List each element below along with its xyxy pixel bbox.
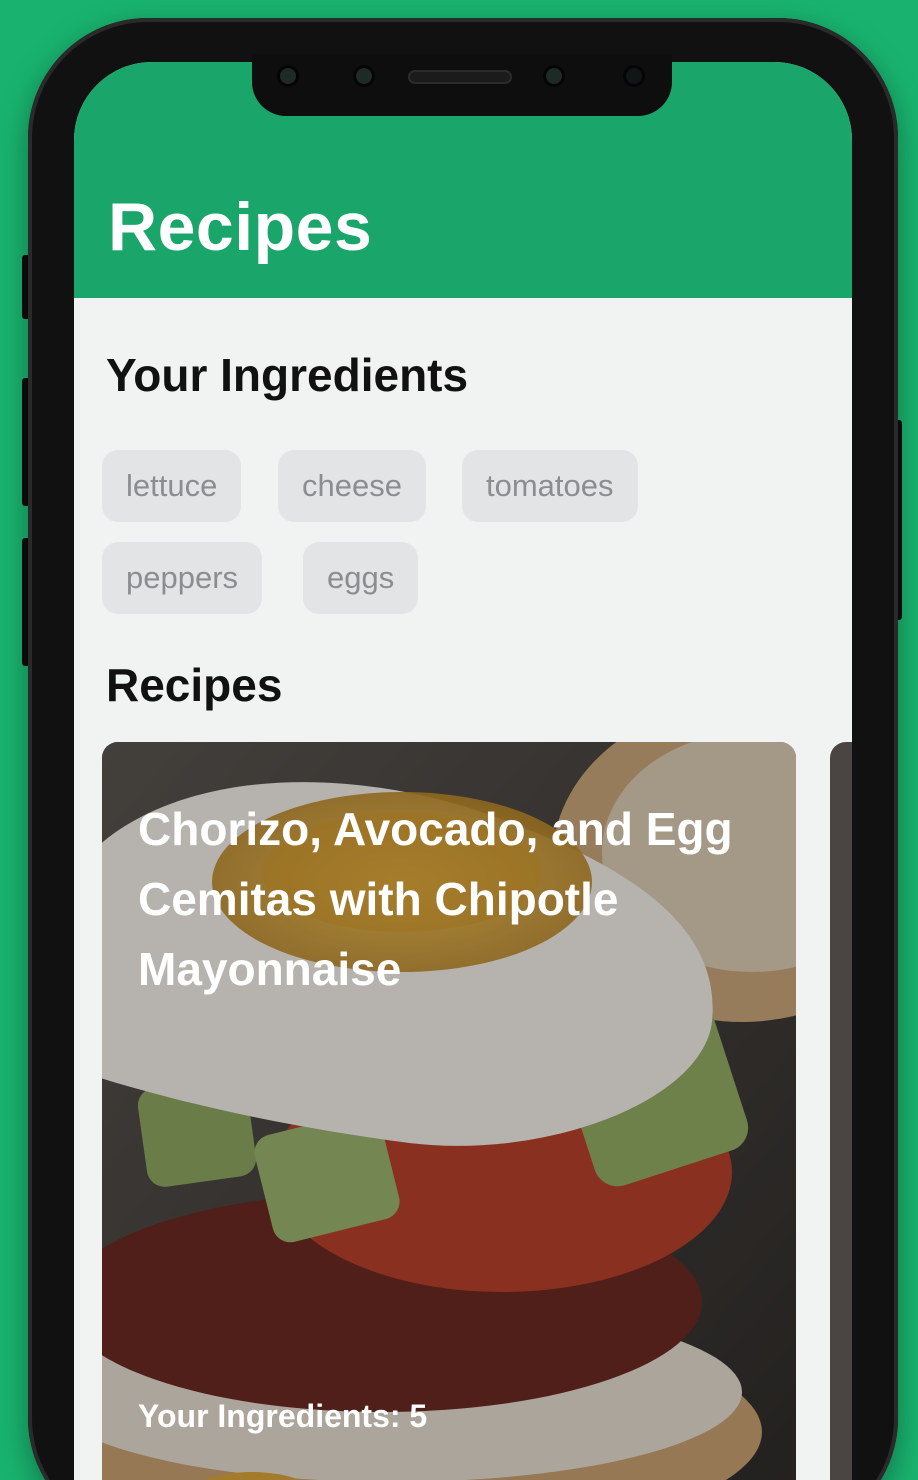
sensor-icon [356,68,372,84]
ingredient-chip[interactable]: cheese [278,450,426,522]
speaker-icon [408,70,512,84]
sensor-icon [280,68,296,84]
ingredient-chip[interactable]: tomatoes [462,450,638,522]
app-title: Recipes [108,189,373,265]
ingredients-heading: Your Ingredients [106,349,469,401]
recipes-heading: Recipes [106,659,283,711]
phone-notch [252,54,672,116]
camera-icon [546,68,562,84]
ingredient-chip[interactable]: lettuce [102,450,242,522]
sensor-icon [626,68,642,84]
ingredient-chip[interactable]: peppers [102,542,263,614]
app-screen: Recipes Your Ingredients lettuce cheese … [74,62,852,1480]
stage: Recipes Your Ingredients lettuce cheese … [0,0,918,1480]
recipe-card[interactable]: Chorizo, Avocado, and Egg Cemitas with C… [102,742,796,1480]
next-recipe-card[interactable] [830,742,852,1480]
recipe-title: Chorizo, Avocado, and Egg Cemitas with C… [138,803,733,995]
recipe-ingredient-count: Your Ingredients: 5 [138,1398,428,1434]
ingredient-chip[interactable]: eggs [303,542,419,614]
